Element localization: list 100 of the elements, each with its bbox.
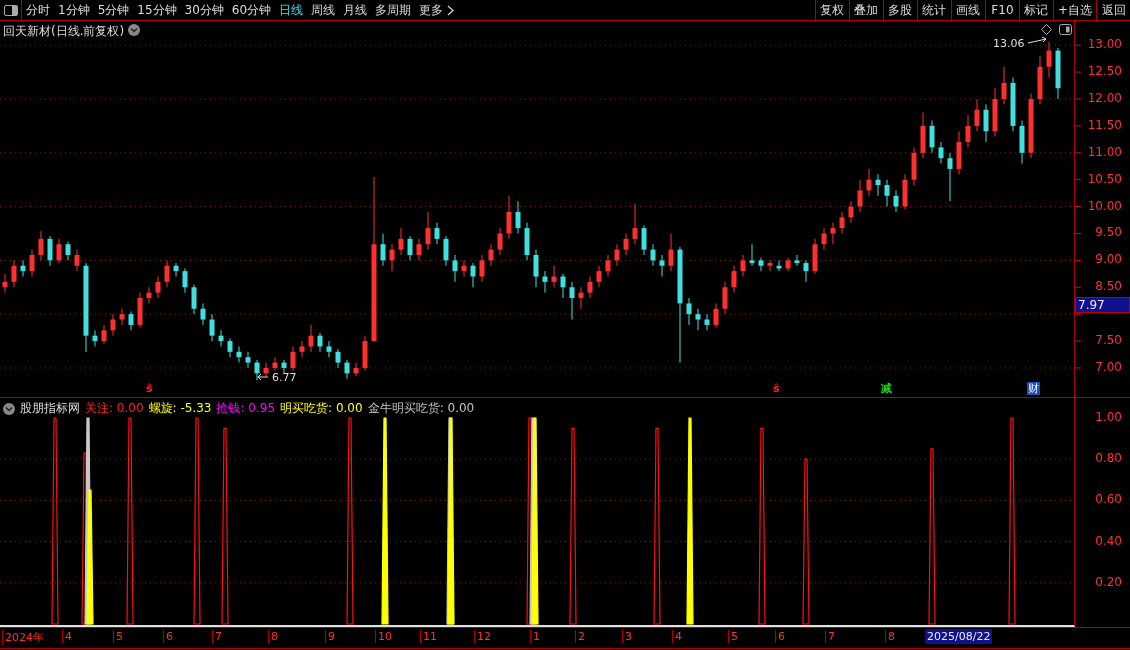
candlestick — [461, 259, 467, 278]
toolbar-button[interactable]: 叠加 — [848, 0, 883, 20]
candlestick — [551, 265, 557, 288]
indicator-value: 明买吃货: 0.00 — [280, 400, 363, 417]
date-label: 6 — [163, 630, 173, 643]
price-tick: 12.50 — [1087, 64, 1122, 79]
dropdown-icon[interactable] — [3, 402, 15, 415]
candlestick — [650, 243, 656, 267]
candlestick — [209, 313, 215, 342]
candlestick — [479, 254, 485, 283]
more-button[interactable]: 更多 — [415, 1, 459, 19]
candlestick — [875, 173, 881, 197]
candlestick — [983, 103, 989, 143]
period-tab[interactable]: 多周期 — [371, 1, 416, 19]
candlestick — [380, 232, 386, 267]
period-tab[interactable]: 30分钟 — [180, 1, 228, 19]
toolbar-button[interactable]: +自选 — [1052, 0, 1096, 20]
candlestick — [614, 243, 620, 267]
event-marker[interactable]: ŝ — [145, 382, 154, 395]
period-tab[interactable]: 15分钟 — [133, 1, 181, 19]
candlestick — [569, 281, 575, 321]
candlestick — [299, 340, 305, 358]
period-tab[interactable]: 日线 — [275, 1, 308, 19]
candlestick — [164, 259, 170, 288]
date-label: 11 — [420, 630, 437, 643]
toolbar-button[interactable]: 标记 — [1018, 0, 1053, 20]
price-tick: 13.00 — [1087, 37, 1122, 52]
price-tick: 11.00 — [1087, 144, 1122, 159]
toolbar-button[interactable]: 返回 — [1096, 0, 1130, 20]
indicator-tick: 0.80 — [1095, 451, 1122, 466]
candlestick — [29, 249, 35, 278]
candlestick — [938, 141, 944, 165]
candlestick — [272, 356, 278, 372]
candlestick — [578, 286, 584, 310]
toolbar-button[interactable]: 多股 — [882, 0, 917, 20]
candlestick — [866, 168, 872, 197]
period-tab[interactable]: 周线 — [307, 1, 340, 19]
candlestick — [974, 98, 980, 132]
period-tab[interactable]: 1分钟 — [54, 1, 94, 19]
indicator-name: 股朋指标网 — [20, 400, 80, 417]
candlestick — [128, 310, 134, 331]
date-label: 8 — [268, 630, 278, 643]
candlestick — [641, 224, 647, 256]
current-price-tag: 7.97 — [1075, 297, 1130, 313]
candlestick — [830, 222, 836, 245]
date-label: 9 — [325, 630, 335, 643]
price-tick: 10.50 — [1087, 171, 1122, 186]
high-price-label: 13.06 — [993, 37, 1025, 50]
candlestick — [74, 249, 80, 272]
date-label: 10 — [375, 630, 392, 643]
candlestick — [587, 276, 593, 299]
candlestick — [965, 114, 971, 148]
candlestick — [884, 179, 890, 208]
indicator-value: 金牛明买吃货: 0.00 — [367, 400, 475, 417]
event-marker[interactable]: 减 — [880, 382, 893, 395]
candlestick — [308, 324, 314, 353]
price-tick: 9.50 — [1095, 225, 1122, 240]
price-tick: 9.00 — [1095, 252, 1122, 267]
toolbar-button[interactable]: 画线 — [950, 0, 985, 20]
candlestick — [740, 254, 746, 278]
candlestick — [38, 230, 44, 261]
candlestick — [173, 262, 179, 278]
candlestick — [542, 270, 548, 294]
candlestick — [290, 345, 296, 372]
price-tick: 12.00 — [1087, 91, 1122, 105]
price-tick: 7.00 — [1095, 359, 1122, 374]
candlestick — [632, 203, 638, 245]
candlestick — [344, 359, 350, 380]
candlestick — [11, 259, 17, 288]
panel-toggle-icon[interactable] — [1059, 24, 1072, 35]
event-marker[interactable]: 财 — [1027, 382, 1040, 395]
indicator-value: 螺旋: -5.33 — [148, 400, 212, 417]
candlestick — [488, 243, 494, 267]
candlestick — [803, 259, 809, 283]
candlestick — [407, 235, 413, 261]
candlestick — [713, 302, 719, 329]
date-label: 4 — [672, 630, 682, 643]
candlestick — [695, 308, 701, 331]
period-tab[interactable]: 月线 — [339, 1, 372, 19]
candlestick — [659, 254, 665, 278]
candlestick — [515, 200, 521, 234]
period-tab[interactable]: 分时 — [22, 1, 54, 19]
date-label: 5 — [113, 630, 123, 643]
period-tab[interactable]: 5分钟 — [93, 1, 134, 19]
period-tab[interactable]: 60分钟 — [227, 1, 276, 19]
date-label: 8 — [885, 630, 895, 643]
event-marker[interactable]: ŝ — [772, 382, 781, 395]
candlestick — [263, 362, 269, 377]
toolbar-button[interactable]: 复权 — [814, 0, 849, 20]
price-tick: 11.50 — [1087, 117, 1122, 132]
toolbar-button[interactable]: 统计 — [916, 0, 951, 20]
toolbar-button[interactable]: F10 — [984, 0, 1019, 20]
candlestick — [506, 195, 512, 240]
dropdown-icon[interactable] — [128, 24, 140, 36]
candlestick — [425, 211, 431, 251]
candlestick — [92, 329, 98, 347]
price-tick: 10.00 — [1087, 198, 1122, 213]
candlestick — [47, 235, 53, 267]
diamond-icon[interactable] — [1041, 24, 1052, 35]
candlestick — [245, 351, 251, 369]
